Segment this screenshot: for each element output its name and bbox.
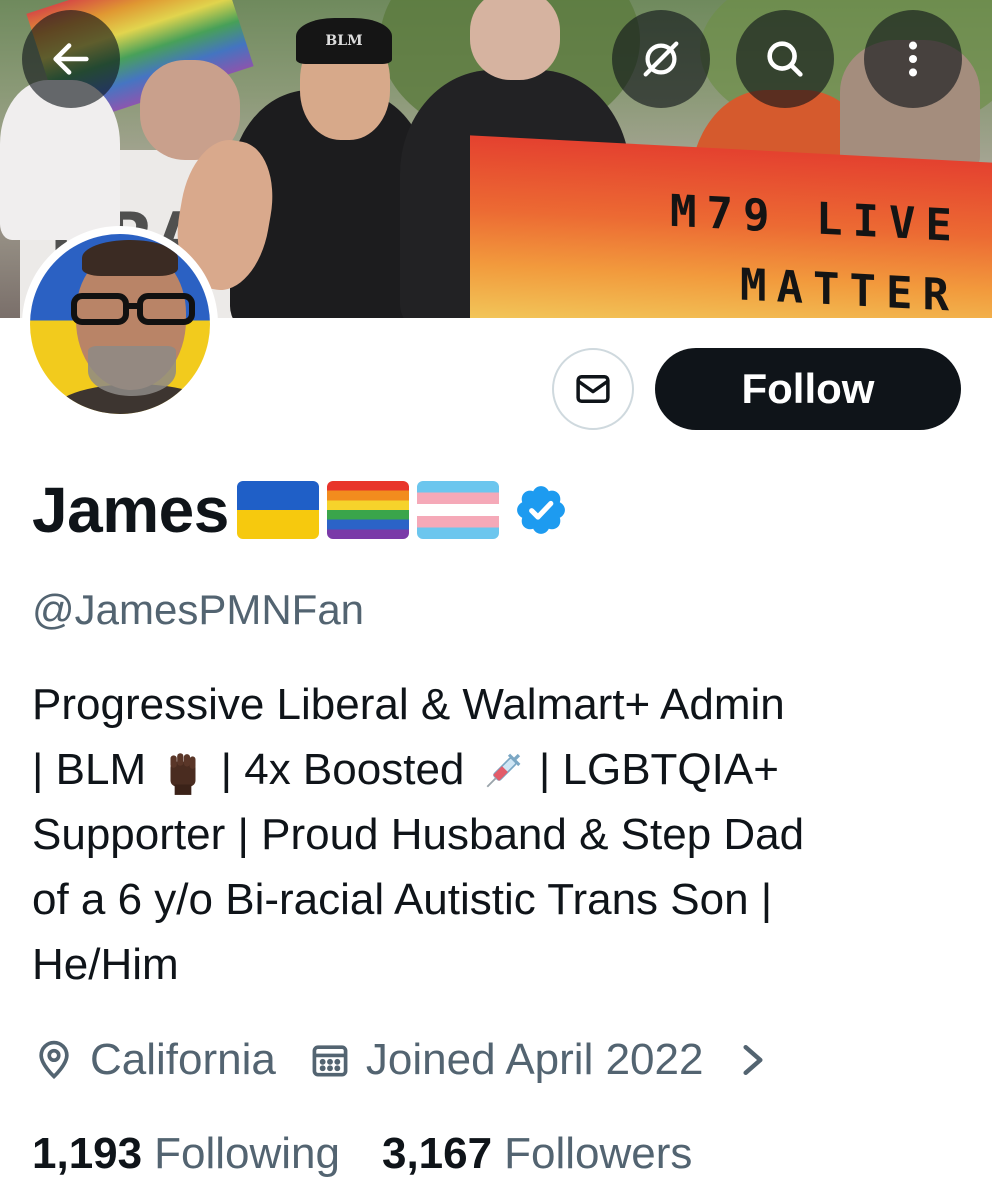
banner-person-head	[470, 0, 560, 80]
location-pin-icon	[39, 1040, 69, 1080]
search-icon	[767, 41, 803, 77]
search-button[interactable]	[736, 10, 834, 108]
raised-fist-icon	[170, 753, 196, 796]
bio-text: | 4x Boosted	[208, 745, 477, 794]
grok-button[interactable]	[612, 10, 710, 108]
profile-bio: Progressive Liberal & Walmart+ Admin | B…	[32, 672, 962, 997]
location: California	[32, 1035, 276, 1085]
avatar-hair	[82, 240, 178, 276]
banner-rainbow-sign: M79 LIVE MATTER	[470, 135, 992, 318]
bio-line: Supporter | Proud Husband & Step Dad	[32, 802, 962, 867]
bio-line: of a 6 y/o Bi-racial Autistic Trans Son …	[32, 867, 962, 932]
join-date[interactable]: Joined April 2022	[308, 1035, 776, 1085]
profile-handle: @JamesPMNFan	[32, 586, 365, 633]
ukraine-flag-icon	[236, 481, 319, 539]
envelope-icon	[576, 375, 610, 403]
followers-label: Followers	[504, 1129, 693, 1178]
bio-text: | BLM	[32, 745, 159, 794]
arrow-left-icon	[53, 43, 89, 75]
bio-text: of a 6 y/o Bi-racial Autistic Trans Son …	[32, 875, 773, 924]
display-name: James	[32, 474, 229, 546]
profile-name-row: James	[32, 470, 569, 550]
profile-meta: California Joined April 2022	[32, 1030, 775, 1090]
location-text: California	[90, 1035, 276, 1084]
bio-text: Progressive Liberal & Walmart+ Admin	[32, 680, 785, 729]
bio-line: | BLM | 4x Boosted | LGBTQIA+	[32, 737, 962, 802]
avatar-beard	[88, 346, 176, 396]
syringe-icon	[486, 753, 521, 788]
bio-line: Progressive Liberal & Walmart+ Admin	[32, 672, 962, 737]
banner-sign-line2: MATTER	[740, 259, 959, 318]
more-vertical-icon	[908, 41, 918, 77]
bio-line: He/Him	[32, 932, 962, 997]
avatar-glasses	[71, 293, 195, 325]
followers-count: 3,167	[381, 1129, 493, 1178]
rainbow-flag-icon	[326, 481, 409, 539]
banner-sign-line1: M79 LIVE	[670, 185, 962, 253]
grok-icon	[643, 41, 679, 77]
transgender-flag-icon	[416, 481, 499, 539]
follow-button[interactable]: Follow	[655, 348, 961, 430]
bio-text: He/Him	[32, 940, 179, 989]
following-count: 1,193	[32, 1129, 143, 1178]
join-date-text: Joined April 2022	[365, 1035, 704, 1084]
follow-stats: 1,193 Following 3,167 Followers	[32, 1124, 692, 1184]
avatar[interactable]	[22, 226, 218, 422]
chevron-right-icon[interactable]	[731, 1038, 775, 1082]
verified-badge-icon[interactable]	[513, 482, 569, 538]
calendar-icon	[312, 1045, 348, 1077]
followers-link[interactable]: 3,167 Followers	[382, 1129, 692, 1179]
banner-hat: BLM	[296, 18, 392, 64]
message-button[interactable]	[552, 348, 634, 430]
bio-text: | LGBTQIA+	[526, 745, 779, 794]
following-label: Following	[154, 1129, 340, 1178]
more-options-button[interactable]	[864, 10, 962, 108]
bio-text: Supporter | Proud Husband & Step Dad	[32, 810, 805, 859]
following-link[interactable]: 1,193 Following	[32, 1129, 340, 1179]
avatar-photo	[30, 234, 210, 414]
back-button[interactable]	[22, 10, 120, 108]
